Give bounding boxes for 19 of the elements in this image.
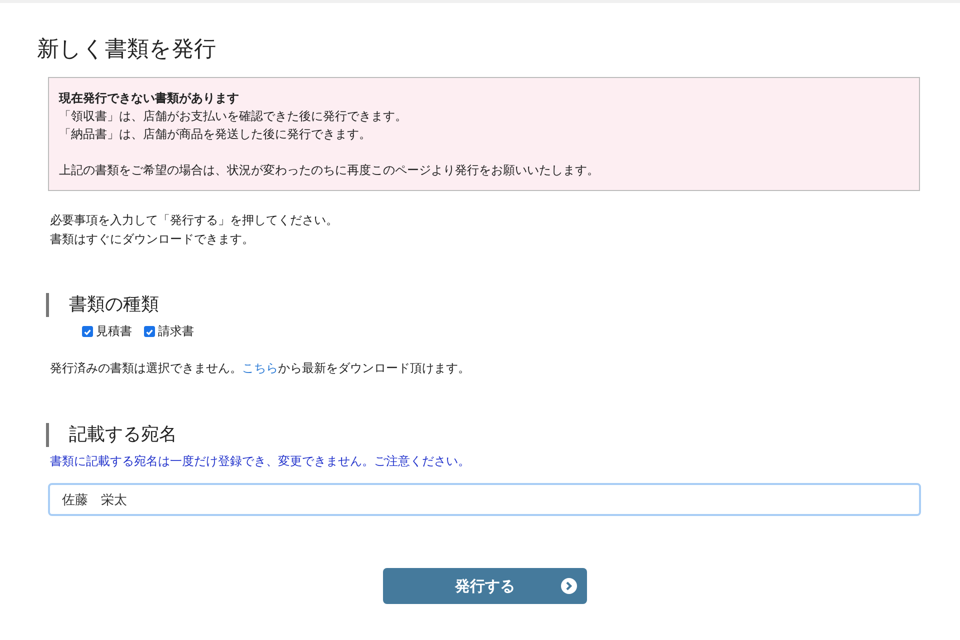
section-heading: 書類の種類 — [46, 293, 960, 317]
warning-text: 書類に記載する宛名は一度だけ登録でき、変更できません。ご注意ください。 — [50, 453, 471, 470]
instruction-text: 必要事項を入力して「発行する」を押してください。 — [50, 212, 339, 229]
section-heading: 記載する宛名 — [46, 423, 960, 447]
checkbox[interactable] — [144, 326, 155, 337]
notice-heading: 現在発行できない書類があります — [59, 90, 240, 107]
submit-button[interactable]: 発行する — [383, 568, 587, 604]
instruction-text: 書類はすぐにダウンロードできます。 — [50, 231, 255, 248]
notice-text: 上記の書類をご希望の場合は、状況が変わったのちに再度このページより発行をお願いいたします。 — [59, 162, 600, 179]
checkbox[interactable] — [82, 326, 93, 337]
addressee-input[interactable]: 佐藤 栄太 — [48, 483, 921, 516]
page-title: 新しく書類を発行 — [37, 36, 217, 64]
note-text: 発行済みの書類は選択できません。こちらから最新をダウンロード頂けます。 — [50, 360, 471, 377]
checkbox-label: 見積書 — [96, 323, 132, 340]
download-link[interactable]: こちら — [242, 361, 278, 375]
notice-text: 「領収書」は、店舗がお支払いを確認できた後に発行できます。 — [59, 108, 408, 125]
arrow-right-icon — [561, 578, 577, 594]
notice-text: 「納品書」は、店舗が商品を発送した後に発行できます。 — [59, 126, 372, 143]
checkbox-label: 請求書 — [158, 323, 194, 340]
